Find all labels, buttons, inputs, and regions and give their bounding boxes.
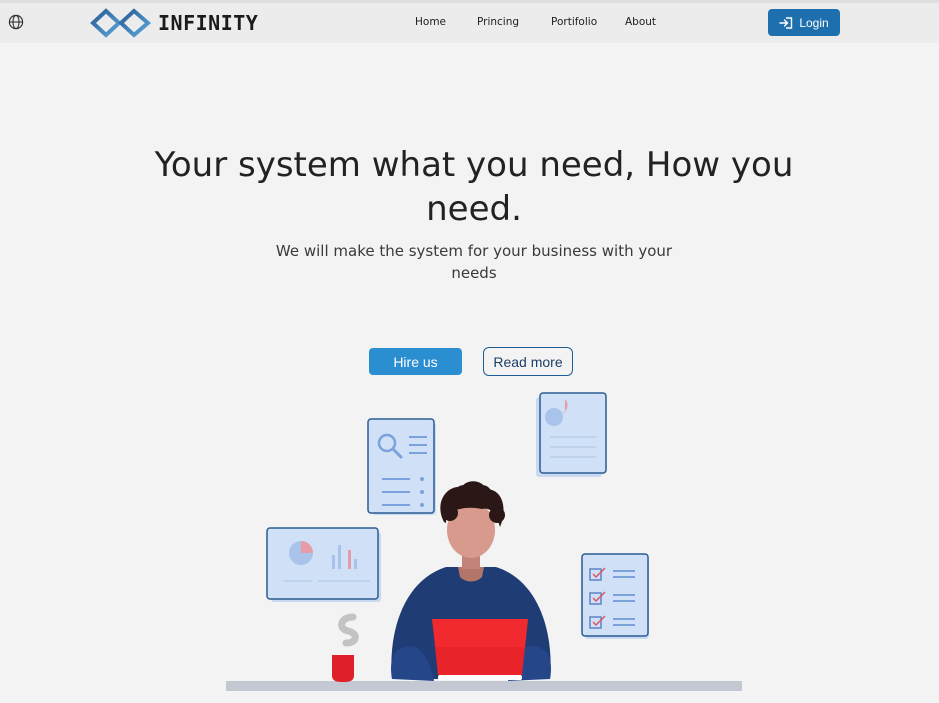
hero-illustration (226, 392, 742, 691)
report-card-icon (536, 392, 607, 477)
sign-in-icon (779, 16, 793, 29)
desk (226, 681, 742, 691)
login-label: Login (799, 15, 829, 30)
nav-link-home[interactable]: Home (415, 16, 446, 28)
infinity-logo-icon (90, 8, 152, 38)
login-button[interactable]: Login (768, 9, 840, 36)
hero-title: Your system what you need, How you need. (154, 145, 794, 229)
brand-logo[interactable]: INFINITY (90, 8, 258, 38)
brand-name: INFINITY (158, 11, 259, 35)
nav-link-portfolio[interactable]: Portifolio (551, 16, 597, 28)
coffee-cup-icon (332, 613, 359, 682)
hero-subtitle: We will make the system for your busines… (275, 242, 673, 282)
globe-icon[interactable] (8, 14, 24, 30)
nav-link-about[interactable]: About (625, 16, 656, 28)
top-navbar: INFINITY Home Princing Portifolio About … (0, 0, 939, 43)
laptop-icon (432, 619, 528, 680)
checklist-card-icon (581, 553, 649, 639)
search-document-icon (367, 418, 436, 515)
nav-link-pricing[interactable]: Princing (477, 16, 519, 28)
dashboard-card-icon (266, 527, 381, 602)
read-more-button[interactable]: Read more (483, 347, 573, 376)
hire-us-button[interactable]: Hire us (369, 348, 462, 375)
